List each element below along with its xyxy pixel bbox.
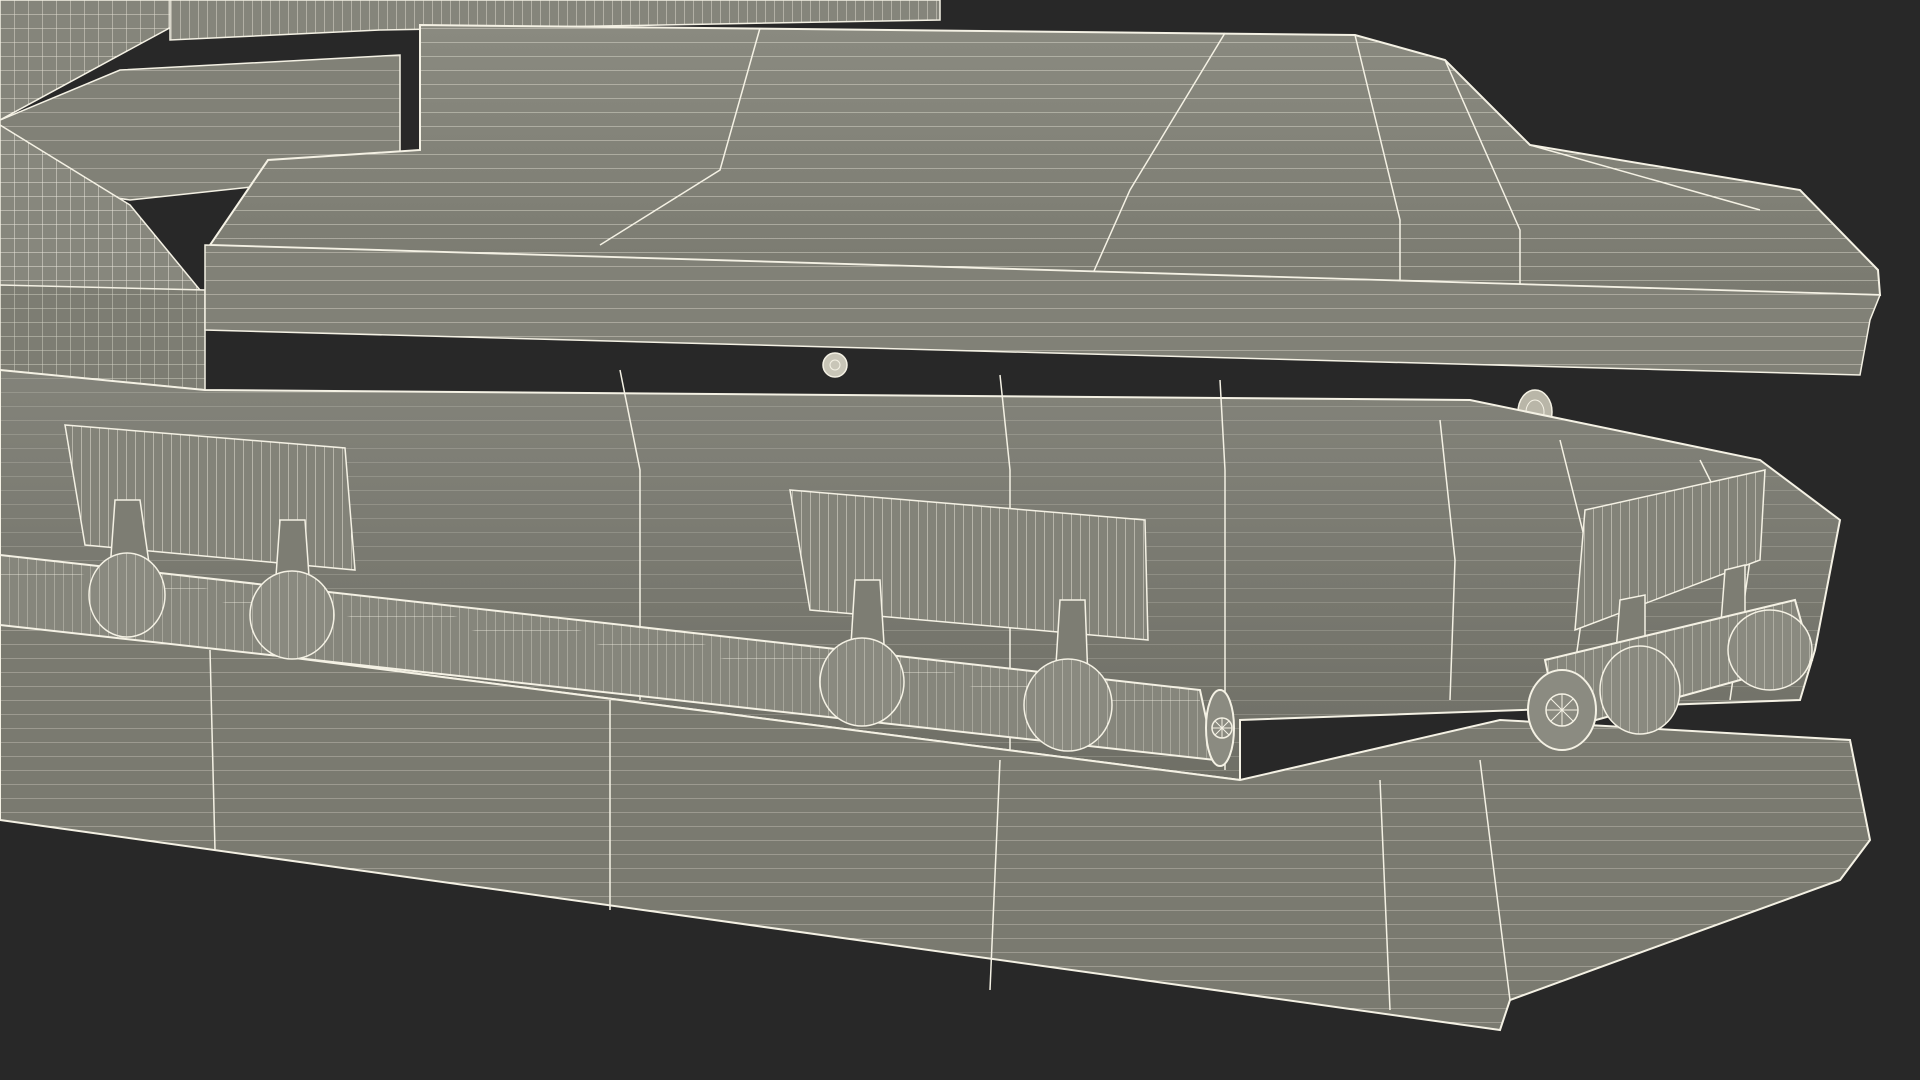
lid-latch-knob bbox=[822, 352, 848, 378]
viewport bbox=[0, 0, 1920, 1080]
casket-wireframe-render bbox=[0, 0, 1882, 1032]
casket-lid bbox=[204, 23, 1882, 376]
swing-bar-end-cap-right bbox=[1527, 669, 1597, 751]
swing-bar-end-cap-center bbox=[1205, 689, 1235, 767]
